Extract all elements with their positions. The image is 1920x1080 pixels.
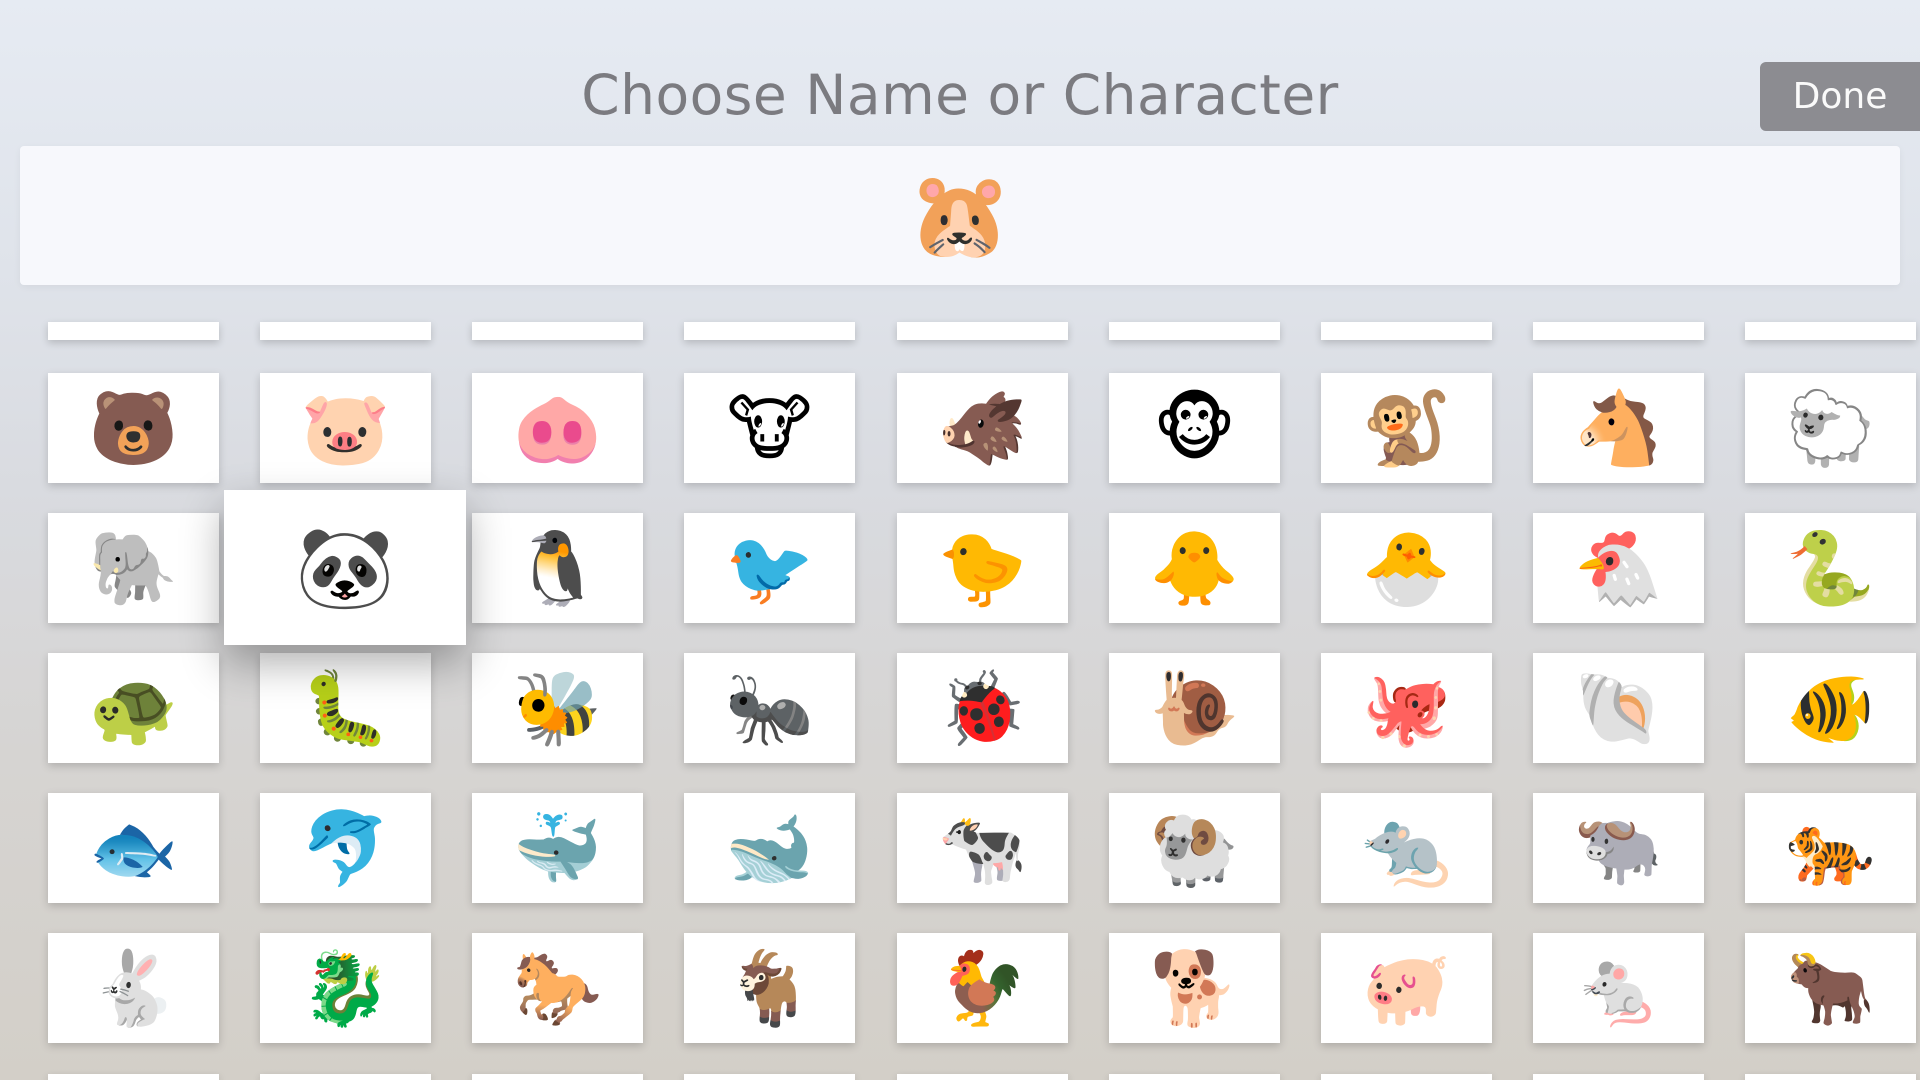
character-tile-partial[interactable] (684, 322, 855, 340)
character-tile[interactable]: 🐣 (1321, 513, 1492, 623)
character-tile[interactable]: 🐳 (472, 793, 643, 903)
character-tile[interactable]: 🐢 (48, 653, 219, 763)
character-tile[interactable]: 🐥 (1109, 513, 1280, 623)
character-tile-partial[interactable] (897, 322, 1068, 340)
character-tile[interactable]: 🐮 (684, 373, 855, 483)
character-tile[interactable]: 🐝 (472, 653, 643, 763)
character-tile-partial[interactable] (260, 322, 431, 340)
character-tile[interactable]: 🐵 (1109, 373, 1280, 483)
character-tile-partial[interactable] (1109, 1074, 1280, 1080)
character-tile[interactable]: 🐑 (1745, 373, 1916, 483)
character-tile[interactable]: 🐇 (48, 933, 219, 1043)
character-tile[interactable]: 🐅 (1745, 793, 1916, 903)
character-tile-partial[interactable] (1533, 322, 1704, 340)
character-tile-partial[interactable] (1109, 322, 1280, 340)
character-tile-partial[interactable] (472, 322, 643, 340)
character-tile-partial[interactable] (1321, 322, 1492, 340)
character-tile-focused[interactable]: 🐼 (224, 490, 466, 645)
character-tile[interactable]: 🐔 (1533, 513, 1704, 623)
character-grid: 🐻 🐷 🐽 🐮 🐗 🐵 🐒 🐴 🐑 🐘 🐼 🐧 🐦 🐤 🐥 🐣 🐔 🐍 🐢 🐛 🐝 🐜 🐞 🐌 🐙 🐚 🐠 🐟 🐬 🐳 🐋 🐄 🐏 🐀 🐃 🐅 🐇 🐉 🐎 🐐… (0, 0, 1920, 1080)
character-tile-partial[interactable] (1533, 1074, 1704, 1080)
character-tile[interactable]: 🐽 (472, 373, 643, 483)
character-tile[interactable]: 🐦 (684, 513, 855, 623)
character-tile-partial[interactable] (260, 1074, 431, 1080)
character-tile[interactable]: 🐐 (684, 933, 855, 1043)
character-tile[interactable]: 🐬 (260, 793, 431, 903)
character-tile-partial[interactable] (897, 1074, 1068, 1080)
character-tile-partial[interactable] (1745, 322, 1916, 340)
character-tile[interactable]: 🐚 (1533, 653, 1704, 763)
character-tile[interactable]: 🐄 (897, 793, 1068, 903)
character-tile-partial[interactable] (48, 1074, 219, 1080)
character-tile-partial[interactable] (1321, 1074, 1492, 1080)
character-tile[interactable]: 🐒 (1321, 373, 1492, 483)
character-tile-partial[interactable] (48, 322, 219, 340)
character-tile[interactable]: 🐤 (897, 513, 1068, 623)
character-tile-partial[interactable] (684, 1074, 855, 1080)
character-tile-partial[interactable] (1745, 1074, 1916, 1080)
character-tile[interactable]: 🐌 (1109, 653, 1280, 763)
character-tile[interactable]: 🐜 (684, 653, 855, 763)
character-tile[interactable]: 🐏 (1109, 793, 1280, 903)
character-tile[interactable]: 🐋 (684, 793, 855, 903)
character-tile[interactable]: 🐖 (1321, 933, 1492, 1043)
character-tile[interactable]: 🐗 (897, 373, 1068, 483)
character-tile[interactable]: 🐷 (260, 373, 431, 483)
character-tile[interactable]: 🐎 (472, 933, 643, 1043)
character-tile[interactable]: 🐧 (472, 513, 643, 623)
character-tile[interactable]: 🐍 (1745, 513, 1916, 623)
character-tile[interactable]: 🐙 (1321, 653, 1492, 763)
character-tile[interactable]: 🐀 (1321, 793, 1492, 903)
character-tile[interactable]: 🐛 (260, 653, 431, 763)
character-tile[interactable]: 🐠 (1745, 653, 1916, 763)
character-tile[interactable]: 🐕 (1109, 933, 1280, 1043)
character-tile[interactable]: 🐓 (897, 933, 1068, 1043)
character-tile[interactable]: 🐂 (1745, 933, 1916, 1043)
character-tile[interactable]: 🐃 (1533, 793, 1704, 903)
character-tile[interactable]: 🐘 (48, 513, 219, 623)
character-tile[interactable]: 🐞 (897, 653, 1068, 763)
character-tile[interactable]: 🐉 (260, 933, 431, 1043)
character-tile-partial[interactable] (472, 1074, 643, 1080)
character-tile[interactable]: 🐴 (1533, 373, 1704, 483)
character-tile[interactable]: 🐟 (48, 793, 219, 903)
character-tile[interactable]: 🐻 (48, 373, 219, 483)
character-tile[interactable]: 🐁 (1533, 933, 1704, 1043)
